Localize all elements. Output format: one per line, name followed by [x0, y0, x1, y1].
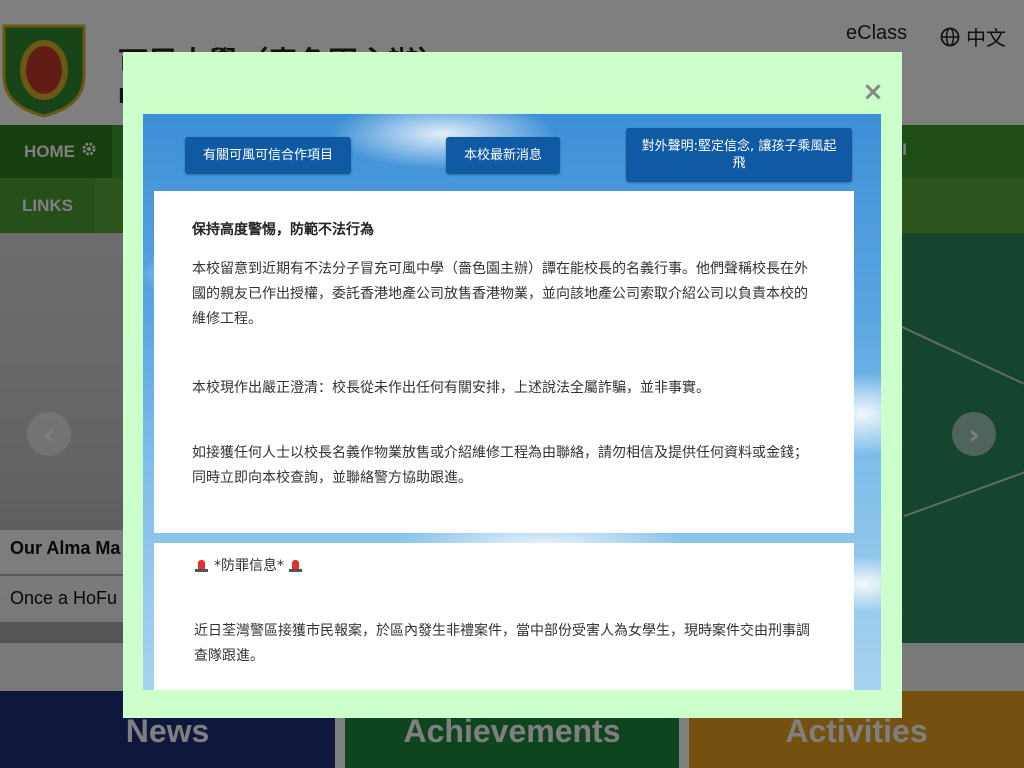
crime-prevention-title-row: *防罪信息* — [194, 555, 814, 575]
notice-heading: 保持高度警惕，防範不法行為 — [192, 222, 374, 238]
notice-paragraph: 本校留意到近期有不法分子冒充可風中學（嗇色園主辦）譚在能校長的名義行事。他們聲稱… — [192, 261, 808, 327]
latest-news-button[interactable]: 本校最新消息 — [446, 137, 560, 174]
crime-prevention-paragraph: 近日荃灣警區接獲市民報案，於區內發生非禮案件，當中部份受害人為女學生，現時案件交… — [194, 623, 810, 664]
close-button[interactable]: × — [862, 78, 884, 106]
partnership-projects-button[interactable]: 有關可風可信合作項目 — [185, 137, 351, 174]
siren-icon — [288, 558, 304, 572]
notice-paragraph: 如接獲任何人士以校長名義作物業放售或介紹維修工程為由聯絡，請勿相信及提供任何資料… — [192, 445, 808, 486]
fraud-notice-card: 保持高度警惕，防範不法行為 本校留意到近期有不法分子冒充可風中學（嗇色園主辦）譚… — [154, 191, 854, 533]
crime-prevention-card: *防罪信息* 近日荃灣警區接獲市民報案，於區內發生非禮案件，當中部份受害人為女學… — [154, 543, 854, 690]
notice-paragraph: 本校現作出嚴正澄清：校長從未作出任何有關安排，上述說法全屬詐騙，並非事實。 — [192, 380, 710, 396]
public-statement-button[interactable]: 對外聲明:堅定信念, 讓孩子乘風起飛 — [626, 128, 852, 182]
crime-prevention-title: *防罪信息* — [214, 558, 284, 574]
siren-icon — [194, 558, 210, 572]
